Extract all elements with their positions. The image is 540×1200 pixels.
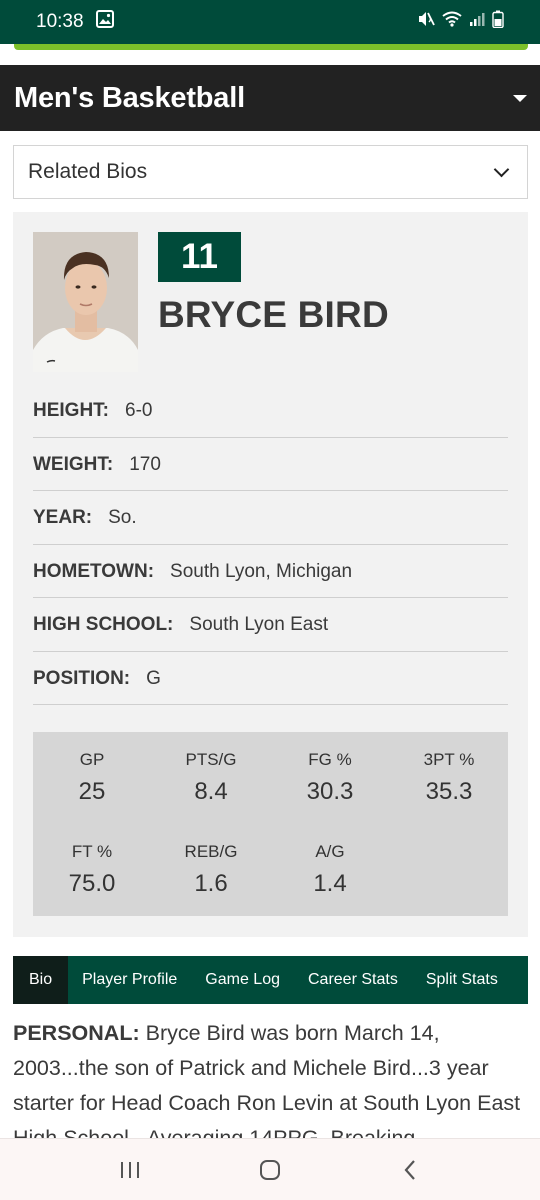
info-value: G	[146, 667, 161, 689]
info-row-weight: WEIGHT: 170	[33, 438, 508, 491]
stat-3pt-pct: 3PT % 35.3	[390, 750, 508, 806]
info-row-year: YEAR: So.	[33, 491, 508, 545]
stat-label: GP	[79, 750, 105, 769]
stat-label: A/G	[315, 842, 345, 861]
back-icon[interactable]	[390, 1150, 430, 1190]
system-nav-bar	[0, 1138, 540, 1200]
stat-label: FG %	[308, 750, 352, 769]
info-label: HOMETOWN:	[33, 560, 155, 582]
player-name: BRYCE BIRD	[158, 294, 389, 335]
stat-value: 1.6	[194, 870, 228, 897]
info-label: HIGH SCHOOL:	[33, 614, 174, 636]
caret-down-icon[interactable]	[513, 94, 527, 102]
stat-value: 75.0	[68, 870, 116, 897]
stat-gp: GP 25	[33, 750, 151, 806]
bio-heading: PERSONAL:	[13, 1021, 140, 1045]
info-value: South Lyon East	[189, 614, 329, 636]
stat-reb-per-game: REB/G 1.6	[152, 842, 270, 898]
mute-icon	[417, 10, 435, 34]
wifi-icon	[442, 11, 462, 33]
tab-split-stats[interactable]: Split Stats	[412, 956, 512, 1004]
info-row-position: POSITION: G	[33, 652, 508, 705]
sport-menu-header[interactable]: Men's Basketball	[0, 65, 540, 131]
tab-player-profile[interactable]: Player Profile	[68, 956, 191, 1004]
stat-label: PTS/G	[185, 750, 237, 769]
info-row-height: HEIGHT: 6-0	[33, 384, 508, 438]
info-label: HEIGHT:	[33, 400, 109, 422]
stat-fg-pct: FG % 30.3	[271, 750, 389, 806]
image-notification-icon	[95, 10, 114, 34]
related-bios-label: Related Bios	[28, 160, 148, 183]
status-bar: 10:38	[0, 0, 540, 44]
stat-pts-per-game: PTS/G 8.4	[152, 750, 270, 806]
bio-tabs: Bio Player Profile Game Log Career Stats…	[13, 956, 528, 1004]
tab-game-log[interactable]: Game Log	[191, 956, 294, 1004]
stat-value: 35.3	[425, 778, 473, 805]
tab-bio[interactable]: Bio	[13, 956, 69, 1004]
chevron-down-icon	[493, 161, 510, 177]
battery-icon	[492, 10, 504, 34]
stat-label: 3PT %	[423, 750, 475, 769]
related-bios-dropdown[interactable]: Related Bios	[13, 145, 528, 199]
stat-label: FT %	[71, 842, 113, 861]
tab-career-stats[interactable]: Career Stats	[294, 956, 412, 1004]
signal-icon	[469, 11, 485, 33]
stat-ft-pct: FT % 75.0	[33, 842, 151, 898]
info-row-hometown: HOMETOWN: South Lyon, Michigan	[33, 545, 508, 598]
player-headshot	[33, 232, 138, 372]
stat-value: 8.4	[194, 778, 228, 805]
info-label: POSITION:	[33, 667, 131, 689]
season-stats-box: GP 25 PTS/G 8.4 FG % 30.3 3PT % 35.3 FT …	[33, 732, 508, 916]
player-card: 11 BRYCE BIRD HEIGHT: 6-0 WEIGHT: 170 YE…	[13, 212, 528, 937]
recent-apps-icon[interactable]	[110, 1150, 150, 1190]
stat-value: 25	[78, 778, 106, 805]
jersey-number: 11	[158, 232, 241, 282]
info-label: YEAR:	[33, 507, 93, 529]
home-icon[interactable]	[250, 1150, 290, 1190]
stat-assists-per-game: A/G 1.4	[271, 842, 389, 898]
player-info-list: HEIGHT: 6-0 WEIGHT: 170 YEAR: So. HOMETO…	[33, 384, 508, 705]
stat-label: REB/G	[184, 842, 238, 861]
stat-value: 30.3	[306, 778, 354, 805]
info-value: 170	[129, 453, 161, 475]
info-value: 6-0	[125, 400, 153, 422]
sport-title: Men's Basketball	[14, 81, 245, 114]
bio-text: PERSONAL: Bryce Bird was born March 14, …	[13, 1016, 528, 1156]
status-time: 10:38	[36, 11, 84, 32]
stat-value: 1.4	[313, 870, 347, 897]
info-value: So.	[108, 507, 137, 529]
info-value: South Lyon, Michigan	[170, 560, 353, 582]
info-row-high-school: HIGH SCHOOL: South Lyon East	[33, 598, 508, 652]
info-label: WEIGHT:	[33, 453, 114, 475]
